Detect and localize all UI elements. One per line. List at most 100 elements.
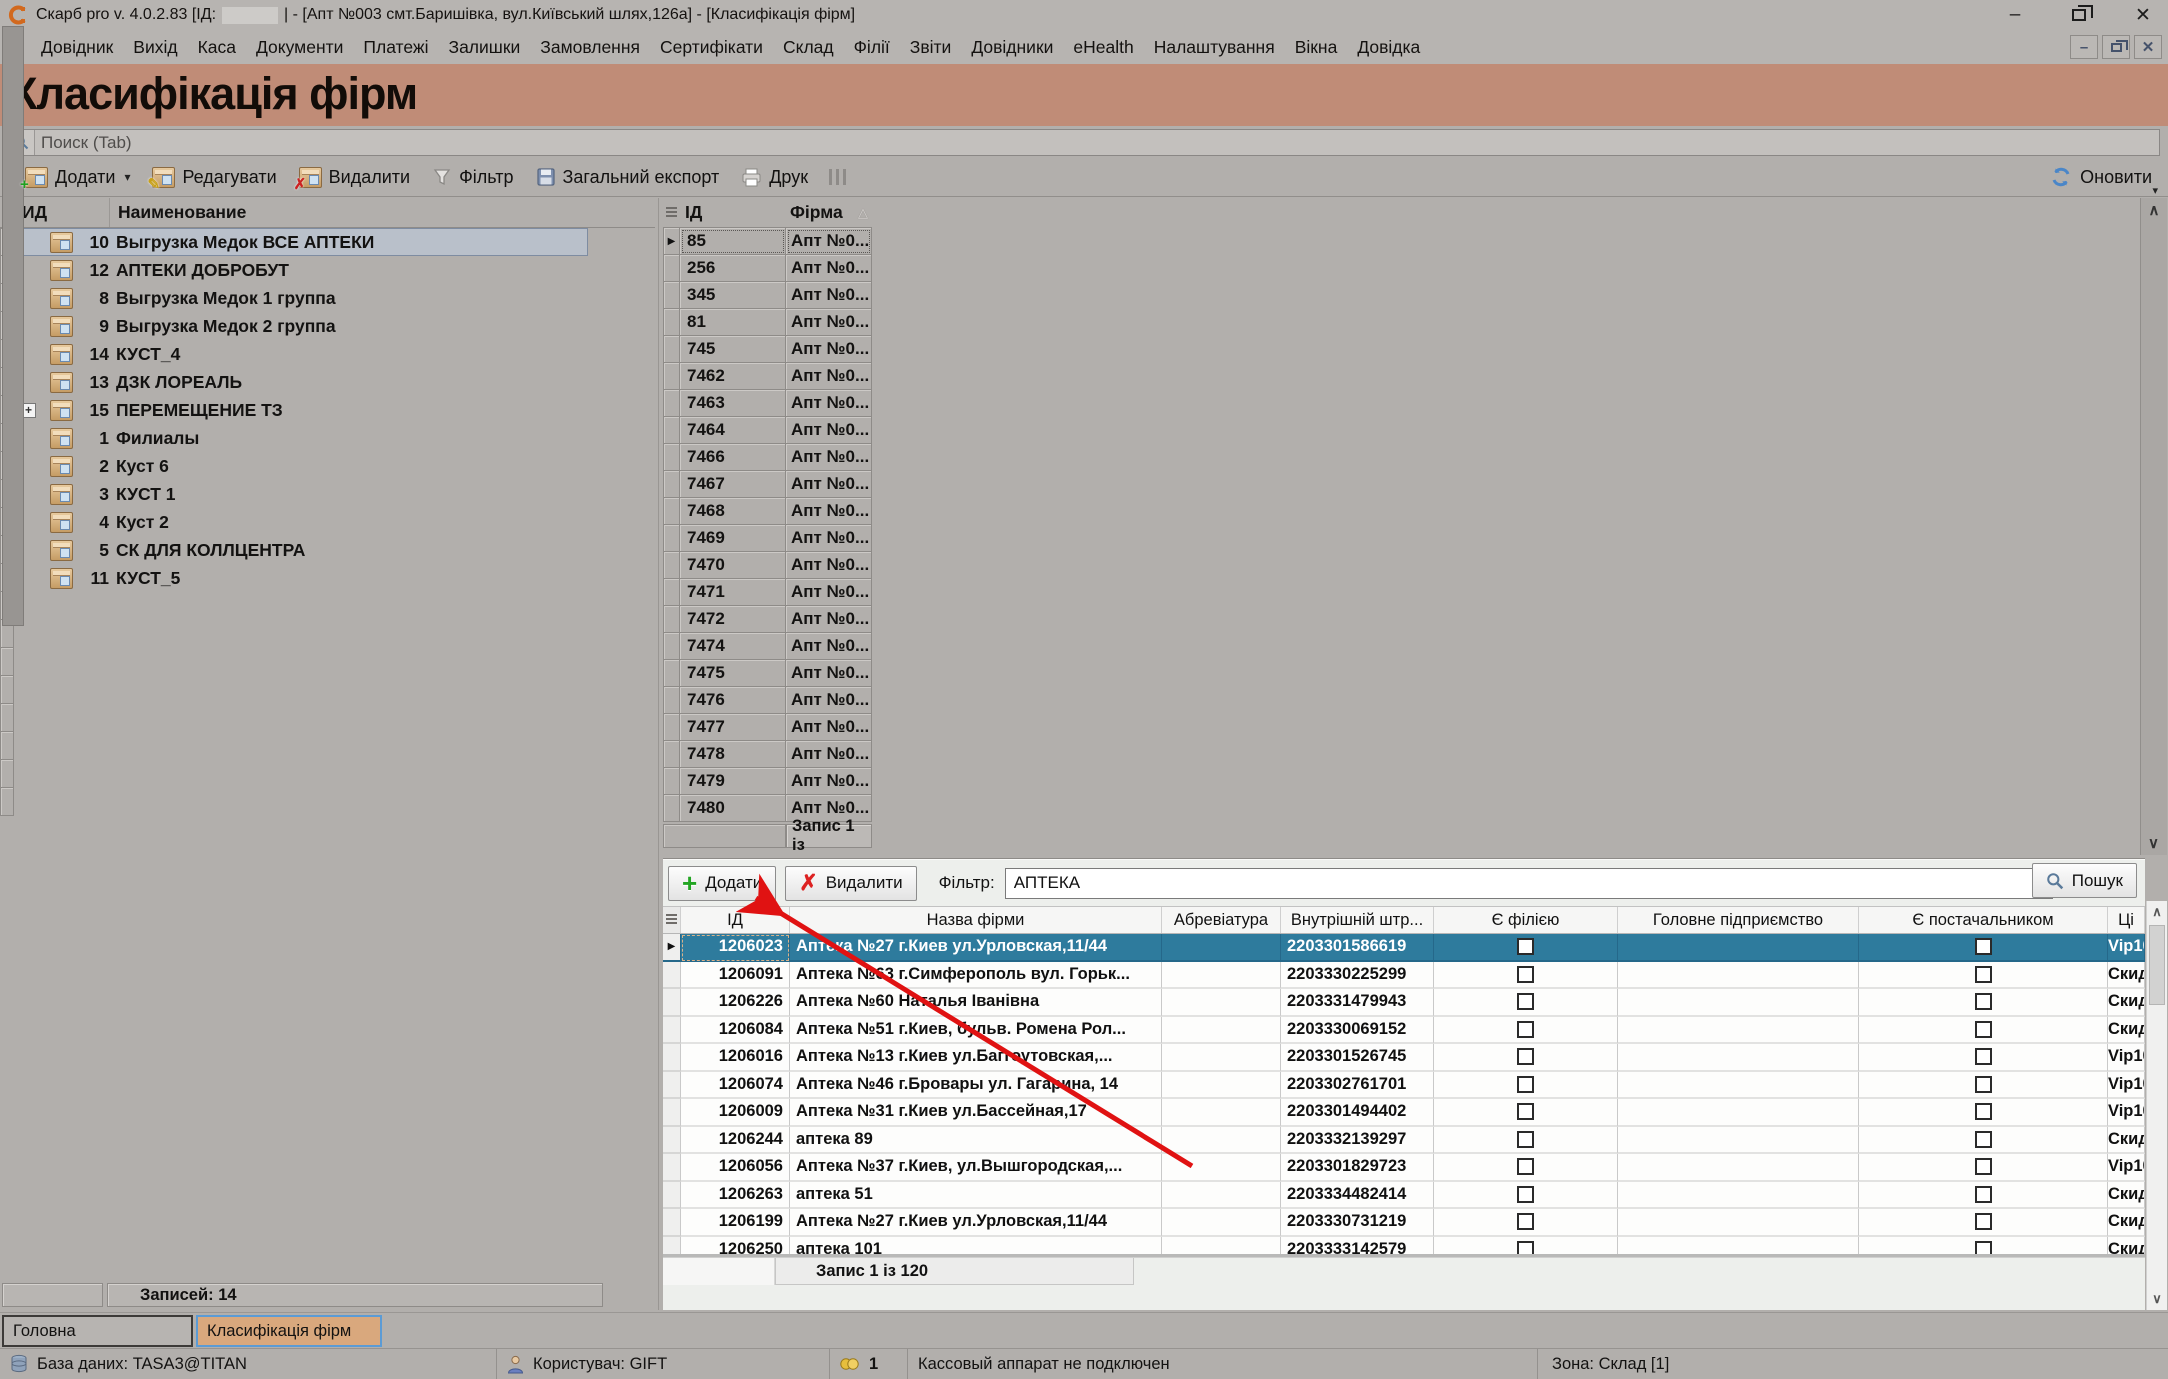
checkbox-is-supplier[interactable] <box>1975 1103 1992 1120</box>
row-indicator-cell[interactable] <box>663 471 680 498</box>
tree-item[interactable]: 9Выгрузка Медок 2 группа <box>14 312 655 340</box>
mid-table-row[interactable]: 7468Апт №0... <box>663 498 872 525</box>
refresh-dropdown-icon[interactable]: ▾ <box>2152 184 2158 197</box>
row-indicator-cell[interactable] <box>663 309 680 336</box>
checkbox-is-branch[interactable] <box>1517 1021 1534 1038</box>
checkbox-is-branch[interactable] <box>1517 1048 1534 1065</box>
menu-item[interactable]: Склад <box>773 34 844 61</box>
mid-table-row[interactable]: 7464Апт №0... <box>663 417 872 444</box>
row-indicator-cell[interactable]: ▶ <box>663 228 680 255</box>
menu-item[interactable]: Замовлення <box>530 34 650 61</box>
mid-table-row[interactable]: 7469Апт №0... <box>663 525 872 552</box>
menu-item[interactable]: Звіти <box>900 34 962 61</box>
row-indicator-cell[interactable] <box>663 336 680 363</box>
tree-item[interactable]: 13ДЗК ЛОРЕАЛЬ <box>14 368 655 396</box>
filter-button[interactable]: Фільтр <box>421 160 524 194</box>
checkbox-is-supplier[interactable] <box>1975 966 1992 983</box>
mdi-restore-button[interactable] <box>2102 35 2130 59</box>
checkbox-is-branch[interactable] <box>1517 1131 1534 1148</box>
firms-vertical-scrollbar[interactable]: ∧ ∨ <box>2146 901 2167 1310</box>
mid-header-firm[interactable]: Фірма△ <box>786 198 872 227</box>
menu-item[interactable]: Платежі <box>353 34 438 61</box>
checkbox-is-branch[interactable] <box>1517 1186 1534 1203</box>
window-close-button[interactable]: ✕ <box>2132 4 2154 26</box>
checkbox-is-branch[interactable] <box>1517 993 1534 1010</box>
menu-item[interactable]: Залишки <box>439 34 531 61</box>
tree-row-selector[interactable] <box>0 648 14 676</box>
firms-table-row[interactable]: 1206226Аптека №60 Наталья Іванівна220333… <box>663 989 2145 1017</box>
mid-table-row[interactable]: 7467Апт №0... <box>663 471 872 498</box>
row-indicator-cell[interactable] <box>663 1017 681 1045</box>
mid-table-row[interactable]: 7478Апт №0... <box>663 741 872 768</box>
checkbox-is-supplier[interactable] <box>1975 1241 1992 1254</box>
mdi-minimize-button[interactable]: – <box>2070 35 2098 59</box>
window-minimize-button[interactable]: – <box>2004 4 2026 26</box>
menu-item[interactable]: eHealth <box>1063 34 1143 61</box>
checkbox-is-branch[interactable] <box>1517 966 1534 983</box>
checkbox-is-branch[interactable] <box>1517 1103 1534 1120</box>
firms-delete-button[interactable]: ✗ Видалити <box>785 866 916 901</box>
mid-table-row[interactable]: 7479Апт №0... <box>663 768 872 795</box>
checkbox-is-branch[interactable] <box>1517 1076 1534 1093</box>
firms-table-row[interactable]: 1206056Аптека №37 г.Киев, ул.Вышгородска… <box>663 1154 2145 1182</box>
firms-table-row[interactable]: 1206009Аптека №31 г.Киев ул.Бассейная,17… <box>663 1099 2145 1127</box>
firms-column-header[interactable]: Головне підприємство <box>1618 907 1859 933</box>
tree-item[interactable]: 4Куст 2 <box>14 508 655 536</box>
mid-table-row[interactable]: 7475Апт №0... <box>663 660 872 687</box>
firms-search-button[interactable]: Пошук <box>2032 863 2137 898</box>
tab-home[interactable]: Головна <box>2 1315 193 1347</box>
menu-item[interactable]: Вікна <box>1285 34 1348 61</box>
row-indicator-cell[interactable] <box>663 282 680 309</box>
window-restore-button[interactable] <box>2068 4 2090 26</box>
row-indicator-cell[interactable] <box>663 1209 681 1237</box>
mid-table-row[interactable]: 7466Апт №0... <box>663 444 872 471</box>
checkbox-is-supplier[interactable] <box>1975 1158 1992 1175</box>
tree-row-selector[interactable] <box>0 788 14 816</box>
scroll-up-icon[interactable]: ∧ <box>2141 198 2167 222</box>
checkbox-is-branch[interactable] <box>1517 938 1534 955</box>
firms-column-header[interactable]: Є постачальником <box>1859 907 2108 933</box>
row-indicator-cell[interactable] <box>663 1182 681 1210</box>
firms-column-header[interactable]: Є філією <box>1434 907 1618 933</box>
row-indicator-cell[interactable] <box>663 498 680 525</box>
row-indicator-cell[interactable] <box>663 444 680 471</box>
row-indicator-cell[interactable] <box>663 1099 681 1127</box>
top-vertical-scrollbar-thumb[interactable] <box>2 26 24 626</box>
firms-column-header[interactable]: Ці <box>2108 907 2145 933</box>
mid-table-row[interactable]: 7476Апт №0... <box>663 687 872 714</box>
tree-row-selector[interactable] <box>0 676 14 704</box>
tree-item[interactable]: 3КУСТ 1 <box>14 480 655 508</box>
tree-row-selector[interactable] <box>0 732 14 760</box>
firms-table-row[interactable]: 1206250аптека 1012203333142579Скидк <box>663 1237 2145 1255</box>
delete-button[interactable]: ✗ Видалити <box>288 160 421 194</box>
checkbox-is-supplier[interactable] <box>1975 1213 1992 1230</box>
scroll-down-icon[interactable]: ∨ <box>2140 831 2167 855</box>
mid-table-row[interactable]: 7462Апт №0... <box>663 363 872 390</box>
mid-table-row[interactable]: 745Апт №0... <box>663 336 872 363</box>
firms-table-row[interactable]: 1206199Аптека №27 г.Киев ул.Урловская,11… <box>663 1209 2145 1237</box>
row-indicator-cell[interactable] <box>663 989 681 1017</box>
mid-table-row[interactable]: 81Апт №0... <box>663 309 872 336</box>
mid-table-row[interactable]: 345Апт №0... <box>663 282 872 309</box>
row-indicator-cell[interactable] <box>663 962 681 990</box>
menu-item[interactable]: Довідник <box>31 34 123 61</box>
tree-item[interactable]: +15ПЕРЕМЕЩЕНИЕ ТЗ <box>14 396 655 424</box>
menu-item[interactable]: Сертифікати <box>650 34 773 61</box>
tree-item[interactable]: 1Филиалы <box>14 424 655 452</box>
menu-item[interactable]: Довідка <box>1347 34 1430 61</box>
firms-table-row[interactable]: 1206263аптека 512203334482414Скидк <box>663 1182 2145 1210</box>
search-input[interactable] <box>35 130 2159 155</box>
tree-item[interactable]: 5СК ДЛЯ КОЛЛЦЕНТРА <box>14 536 655 564</box>
row-indicator-cell[interactable] <box>663 1072 681 1100</box>
scroll-down-icon[interactable]: ∨ <box>2147 1288 2167 1310</box>
row-indicator-cell[interactable] <box>663 1237 681 1255</box>
add-button[interactable]: + Додати▾ <box>14 160 141 194</box>
firms-add-button[interactable]: + Додати <box>668 866 776 901</box>
tree-item[interactable]: 14КУСТ_4 <box>14 340 655 368</box>
checkbox-is-supplier[interactable] <box>1975 1048 1992 1065</box>
menu-item[interactable]: Налаштування <box>1144 34 1285 61</box>
scroll-up-icon[interactable]: ∧ <box>2147 901 2167 923</box>
edit-button[interactable]: ✎ Редагувати <box>141 160 287 194</box>
checkbox-is-supplier[interactable] <box>1975 993 1992 1010</box>
tree-item[interactable]: 10Выгрузка Медок ВСЕ АПТЕКИ <box>14 228 588 256</box>
